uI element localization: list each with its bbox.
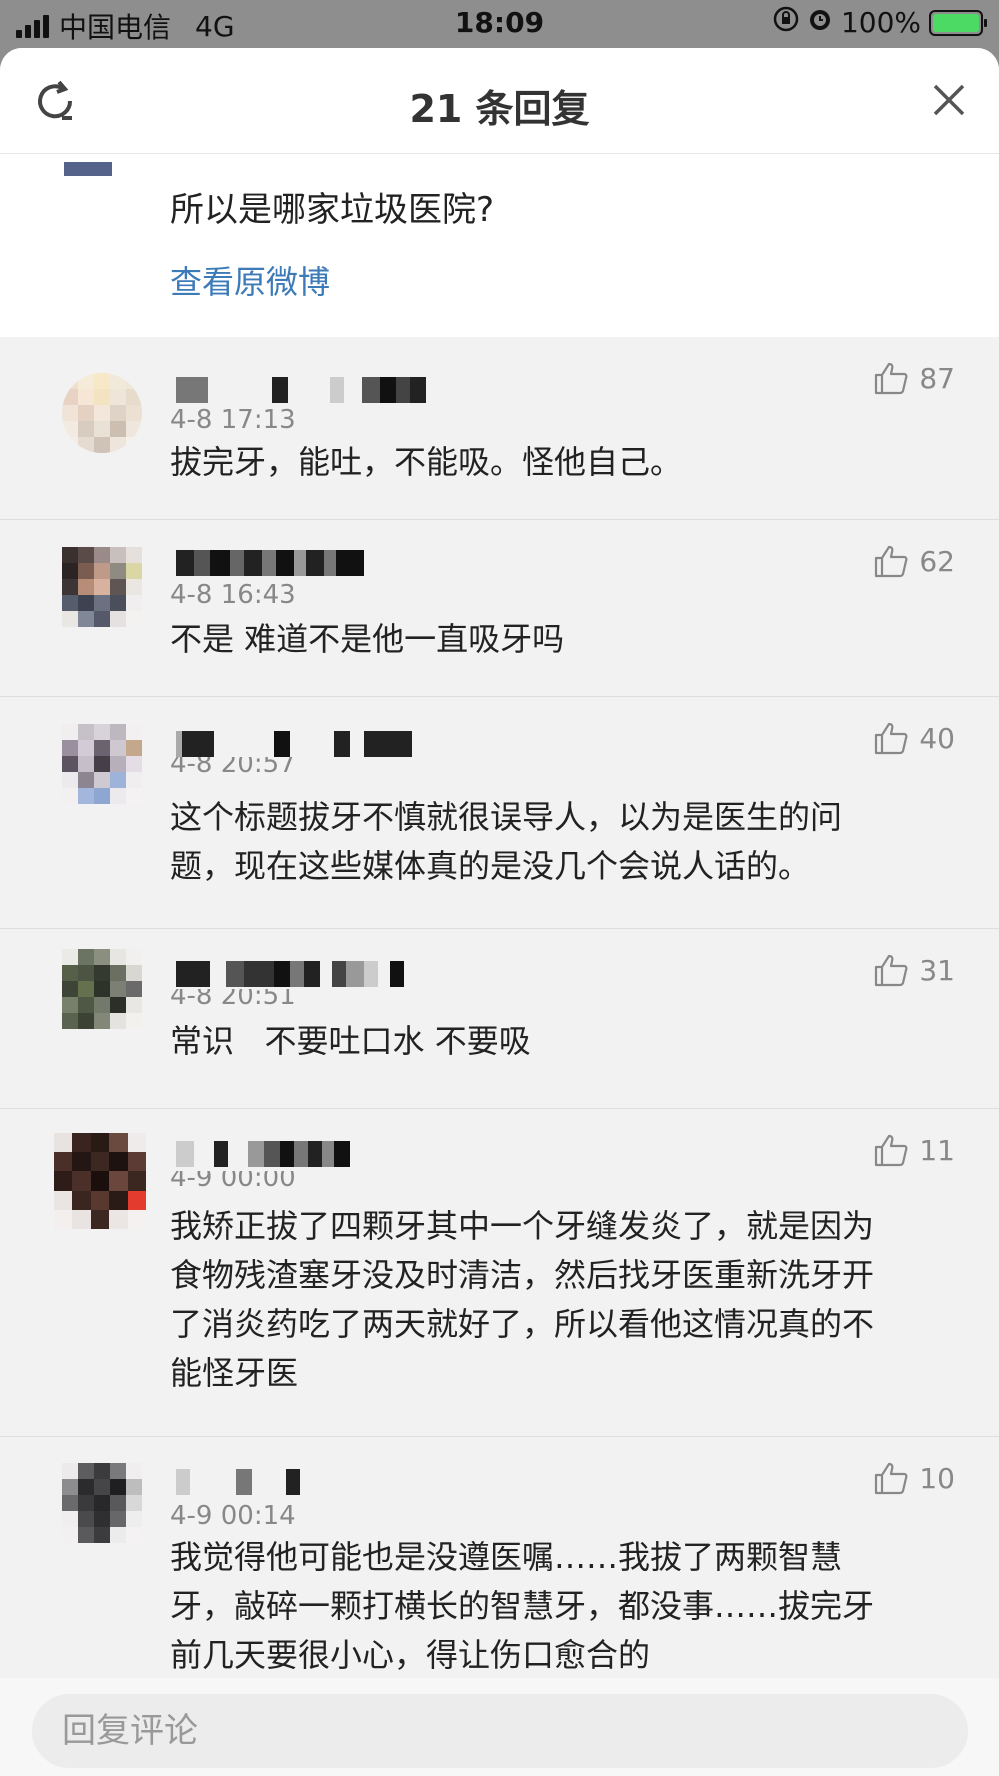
like-count: 62 — [919, 544, 955, 578]
username-blurred[interactable] — [176, 1467, 300, 1497]
like-count: 10 — [919, 1461, 955, 1495]
avatar[interactable] — [62, 547, 142, 627]
comment-text: 这个标题拔牙不慎就很误导人，以为是医生的问题，现在这些媒体真的是没几个会说人话的… — [170, 798, 843, 885]
page-title: 21 条回复 — [409, 87, 590, 131]
username-blurred[interactable] — [176, 1139, 350, 1169]
like-count: 40 — [919, 721, 955, 755]
close-icon[interactable] — [929, 80, 969, 120]
like-button[interactable]: 11 — [873, 1133, 955, 1167]
view-original-link[interactable]: 查看原微博 — [170, 257, 330, 303]
comment-text: 拔完牙，能吐，不能吸。怪他自己。 — [170, 443, 683, 481]
list-item: 4-8 20:57 这个标题拔牙不慎就很误导人，以为是医生的问题，现在这些媒体真… — [0, 697, 999, 929]
comment-text: 不是 难道不是他一直吸牙吗 — [170, 620, 565, 658]
rotation-lock-icon — [773, 6, 799, 39]
like-count: 87 — [919, 361, 955, 395]
thumbs-up-icon — [875, 954, 908, 987]
avatar[interactable] — [62, 373, 142, 453]
like-button[interactable]: 87 — [873, 361, 955, 395]
thumbs-up-icon — [875, 1462, 908, 1495]
like-count: 11 — [919, 1133, 955, 1167]
thumbs-up-icon — [875, 1134, 908, 1167]
list-item: 4-8 17:13 拔完牙，能吐，不能吸。怪他自己。 87 — [0, 337, 999, 520]
like-count: 31 — [919, 953, 955, 987]
comment-time: 4-8 17:13 — [170, 405, 296, 435]
battery-icon — [929, 9, 987, 36]
like-button[interactable]: 40 — [873, 721, 955, 755]
username-blurred[interactable] — [176, 959, 404, 989]
list-item: 4-8 16:43 不是 难道不是他一直吸牙吗 62 — [0, 520, 999, 697]
like-button[interactable]: 31 — [873, 953, 955, 987]
avatar[interactable] — [62, 949, 142, 1029]
status-bar: 中国电信 4G 18:09 100% — [0, 0, 999, 48]
comment-time: 4-9 00:00 — [170, 1171, 296, 1191]
avatar — [64, 162, 112, 176]
username-blurred[interactable] — [176, 729, 412, 759]
like-button[interactable]: 62 — [873, 544, 955, 578]
comment-time: 4-9 00:14 — [170, 1501, 296, 1531]
like-button[interactable]: 10 — [873, 1461, 955, 1495]
thumbs-up-icon — [875, 545, 908, 578]
avatar[interactable] — [62, 724, 142, 804]
comment-time: 4-8 16:43 — [170, 580, 296, 610]
reply-bar: 回复评论 — [0, 1678, 999, 1776]
comment-text: 我觉得他可能也是没遵医嘱……我拔了两颗智慧牙，敲碎一颗打横长的智慧牙，都没事……… — [170, 1538, 875, 1674]
thumbs-up-icon — [875, 362, 908, 395]
list-item: 4-9 00:00 我矫正拔了四颗牙其中一个牙缝发炎了，就是因为食物残渣塞牙没及… — [0, 1109, 999, 1437]
comment-time: 4-8 20:57 — [170, 757, 296, 777]
username-blurred[interactable] — [176, 375, 426, 405]
comment-text: 我矫正拔了四颗牙其中一个牙缝发炎了，就是因为食物残渣塞牙没及时清洁，然后找牙医重… — [170, 1207, 875, 1392]
original-text: 所以是哪家垃圾医院? — [170, 190, 495, 230]
list-item: 4-8 20:51 常识 不要吐口水 不要吸 31 — [0, 929, 999, 1109]
comment-time: 4-8 20:51 — [170, 989, 296, 1009]
avatar[interactable] — [62, 1463, 142, 1543]
reply-input[interactable]: 回复评论 — [32, 1694, 968, 1768]
battery-percent: 100% — [840, 6, 921, 39]
thumbs-up-icon — [875, 722, 908, 755]
sheet-header: 21 条回复 — [0, 48, 999, 154]
original-comment: 所以是哪家垃圾医院? 查看原微博 — [0, 154, 999, 337]
alarm-icon — [807, 6, 833, 39]
avatar[interactable] — [54, 1133, 146, 1229]
replies-sheet: 21 条回复 所以是哪家垃圾医院? 查看原微博 4-8 17:13 拔完牙，能吐… — [0, 48, 999, 1776]
comment-text: 常识 不要吐口水 不要吸 — [170, 1022, 531, 1060]
list-item: 4-9 00:14 我觉得他可能也是没遵医嘱……我拔了两颗智慧牙，敲碎一颗打横长… — [0, 1437, 999, 1697]
username-blurred[interactable] — [176, 548, 364, 578]
